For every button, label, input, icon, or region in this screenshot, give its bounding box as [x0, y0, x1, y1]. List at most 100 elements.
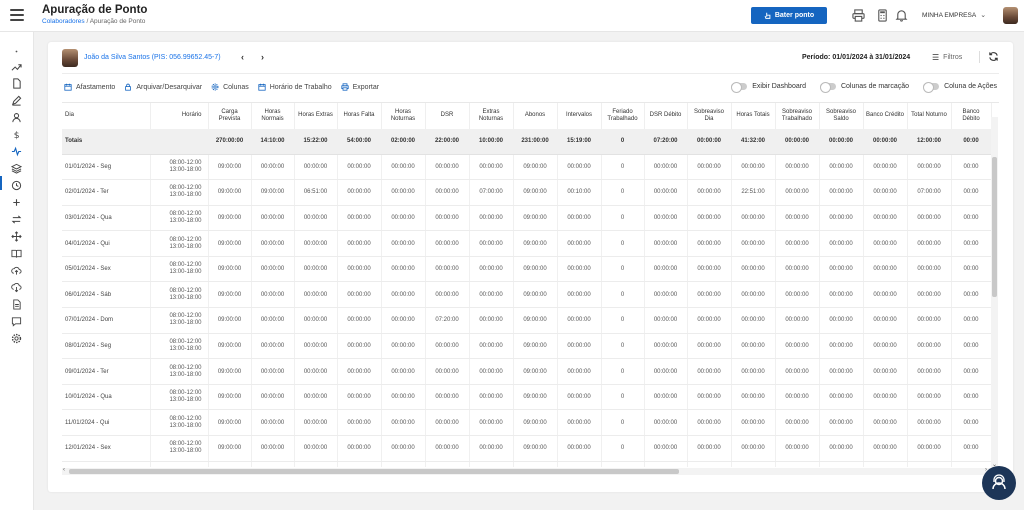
breadcrumb-link[interactable]: Colaboradores	[42, 18, 85, 25]
scrollbar-thumb[interactable]	[992, 157, 997, 297]
column-header[interactable]: Horas Extras	[294, 103, 338, 129]
trending-up-icon[interactable]	[11, 60, 22, 71]
column-header[interactable]: Horas Falta	[337, 103, 382, 129]
table-row[interactable]: 08:00-12:00	[62, 461, 992, 467]
table-cell: 00:00:00	[251, 358, 295, 385]
table-cell: 00:00:00	[557, 358, 602, 385]
move-icon[interactable]	[11, 229, 22, 242]
column-header[interactable]: Horas Noturnas	[381, 103, 426, 129]
columns-button[interactable]: Colunas	[211, 83, 249, 91]
column-header[interactable]: Intervalos	[557, 103, 602, 129]
dot-icon[interactable]	[11, 44, 22, 55]
settings-icon[interactable]	[11, 331, 22, 344]
column-header[interactable]: Feriado Trabalhado	[601, 103, 645, 129]
archive-button[interactable]: Arquivar/Desarquivar	[124, 83, 202, 91]
column-header[interactable]: Abonos	[513, 103, 558, 129]
column-header[interactable]: Carga Prevista	[208, 103, 252, 129]
table-cell: 00:00:00	[425, 154, 470, 181]
column-header[interactable]: Banco Débito	[951, 103, 992, 129]
column-header[interactable]: Horário	[150, 103, 209, 129]
switch[interactable]	[819, 82, 836, 93]
swap-icon[interactable]	[11, 212, 22, 224]
table-cell: 06:51:00	[294, 179, 338, 206]
table-cell: 00:00:00	[819, 179, 864, 206]
table-row[interactable]: 03/01/2024 - Qua 08:00-12:00 13:00-18:00 09…	[62, 205, 992, 232]
column-header[interactable]: DSR	[425, 103, 470, 129]
column-header[interactable]: Extras Noturnas	[469, 103, 514, 129]
book-icon[interactable]	[11, 246, 22, 258]
plus-icon[interactable]	[11, 195, 22, 206]
layers-icon[interactable]	[10, 161, 23, 174]
column-header[interactable]: Sobreaviso Dia	[687, 103, 732, 129]
chat-icon[interactable]	[11, 314, 22, 327]
column-header[interactable]: DSR Débito	[644, 103, 688, 129]
printer-icon[interactable]	[852, 9, 865, 22]
refresh-icon[interactable]	[988, 51, 999, 62]
table-row[interactable]: 10/01/2024 - Qua 08:00-12:00 13:00-18:00 09…	[62, 384, 992, 411]
table-cell: 00:00:00	[337, 333, 382, 360]
table-cell: 00:00:00	[907, 307, 952, 334]
clock-icon[interactable]	[11, 178, 22, 191]
column-header[interactable]: Sobreaviso Saldo	[819, 103, 864, 129]
afastamento-button[interactable]: Afastamento	[64, 83, 115, 91]
filters-button[interactable]: ☰ Filtros	[932, 53, 962, 62]
column-header[interactable]: Sobreaviso Trabalhado	[775, 103, 820, 129]
vertical-scrollbar[interactable]	[991, 117, 998, 467]
table-row[interactable]: 04/01/2024 - Qui 08:00-12:00 13:00-18:00 09…	[62, 230, 992, 257]
toggle-actions-column[interactable]: Coluna de Ações	[923, 82, 997, 93]
column-header[interactable]: Horas Totais	[731, 103, 776, 129]
company-selector[interactable]: MINHA EMPRESA ⌄	[922, 11, 986, 20]
table-cell	[294, 461, 338, 467]
timesheet-table-container[interactable]: Dia Horário Carga Prevista Horas Normais Hor…	[62, 102, 999, 467]
punch-clock-button[interactable]: Bater ponto	[751, 7, 827, 24]
table-row[interactable]: 02/01/2024 - Ter 08:00-12:00 13:00-18:00 09…	[62, 179, 992, 206]
export-button[interactable]: Exportar	[341, 83, 379, 91]
totals-row: Totais 270:00:00 14:10:00 15:22:00 54:00:00 0…	[62, 129, 992, 155]
employee-name-link[interactable]: João da Silva Santos (PIS: 056.99652.45-…	[84, 54, 221, 61]
table-row[interactable]: 06/01/2024 - Sáb 08:00-12:00 13:00-18:00 09…	[62, 281, 992, 309]
table-row[interactable]: 12/01/2024 - Sex 08:00-12:00 13:00-18:00 09…	[62, 435, 992, 462]
table-row[interactable]: 01/01/2024 - Seg 08:00-12:00 13:00-18:00 09…	[62, 154, 992, 181]
bell-icon[interactable]	[895, 9, 908, 22]
cloud-download-icon[interactable]	[11, 280, 22, 293]
column-header[interactable]: Total Noturno	[907, 103, 952, 129]
menu-icon[interactable]	[10, 9, 24, 21]
column-header[interactable]: Banco Crédito	[863, 103, 908, 129]
day-cell: 08/01/2024 - Seg	[62, 333, 151, 360]
user-icon[interactable]	[11, 110, 22, 123]
work-schedule-button[interactable]: Horário de Trabalho	[258, 83, 332, 91]
help-chat-button[interactable]	[982, 466, 1016, 500]
table-cell: 09:00:00	[208, 384, 252, 411]
file-text-icon[interactable]	[11, 297, 22, 310]
table-row[interactable]: 08/01/2024 - Seg 08:00-12:00 13:00-18:00 09…	[62, 333, 992, 360]
table-cell: 09:00:00	[208, 435, 252, 462]
pen-icon[interactable]	[11, 93, 22, 106]
dollar-icon[interactable]: $	[11, 127, 22, 141]
table-cell: 00:00:00	[687, 409, 732, 437]
user-avatar[interactable]	[1003, 7, 1018, 24]
column-header[interactable]: Dia	[62, 103, 151, 129]
cloud-upload-icon[interactable]	[11, 263, 22, 275]
chevron-left-icon[interactable]: ‹	[63, 467, 65, 473]
table-row[interactable]: 05/01/2024 - Sex 08:00-12:00 13:00-18:00 09…	[62, 256, 992, 283]
activity-icon[interactable]	[11, 144, 22, 157]
switch[interactable]	[923, 82, 940, 93]
table-cell: 00:00:00	[557, 154, 602, 181]
table-cell	[557, 461, 602, 467]
chevron-left-icon[interactable]: ‹	[241, 52, 244, 62]
column-header[interactable]: Horas Normais	[251, 103, 295, 129]
calculator-icon[interactable]	[876, 9, 889, 22]
toolbar: Afastamento Arquivar/Desarquivar Colunas…	[64, 83, 379, 91]
table-cell: 09:00:00	[513, 230, 558, 257]
table-row[interactable]: 09/01/2024 - Ter 08:00-12:00 13:00-18:00 09…	[62, 358, 992, 385]
chevron-right-icon[interactable]: ›	[261, 52, 264, 62]
table-row[interactable]: 07/01/2024 - Dom 08:00-12:00 13:00-18:00 09…	[62, 307, 992, 334]
horizontal-scrollbar[interactable]	[62, 468, 992, 475]
toggle-marking-columns[interactable]: Colunas de marcação	[819, 82, 909, 93]
switch[interactable]	[731, 82, 748, 93]
table-row[interactable]: 11/01/2024 - Qui 08:00-12:00 13:00-18:00 09…	[62, 409, 992, 437]
document-icon[interactable]	[11, 76, 22, 89]
scrollbar-thumb[interactable]	[69, 469, 679, 474]
table-cell: 00:00:00	[337, 384, 382, 411]
toggle-dashboard[interactable]: Exibir Dashboard	[731, 82, 806, 93]
